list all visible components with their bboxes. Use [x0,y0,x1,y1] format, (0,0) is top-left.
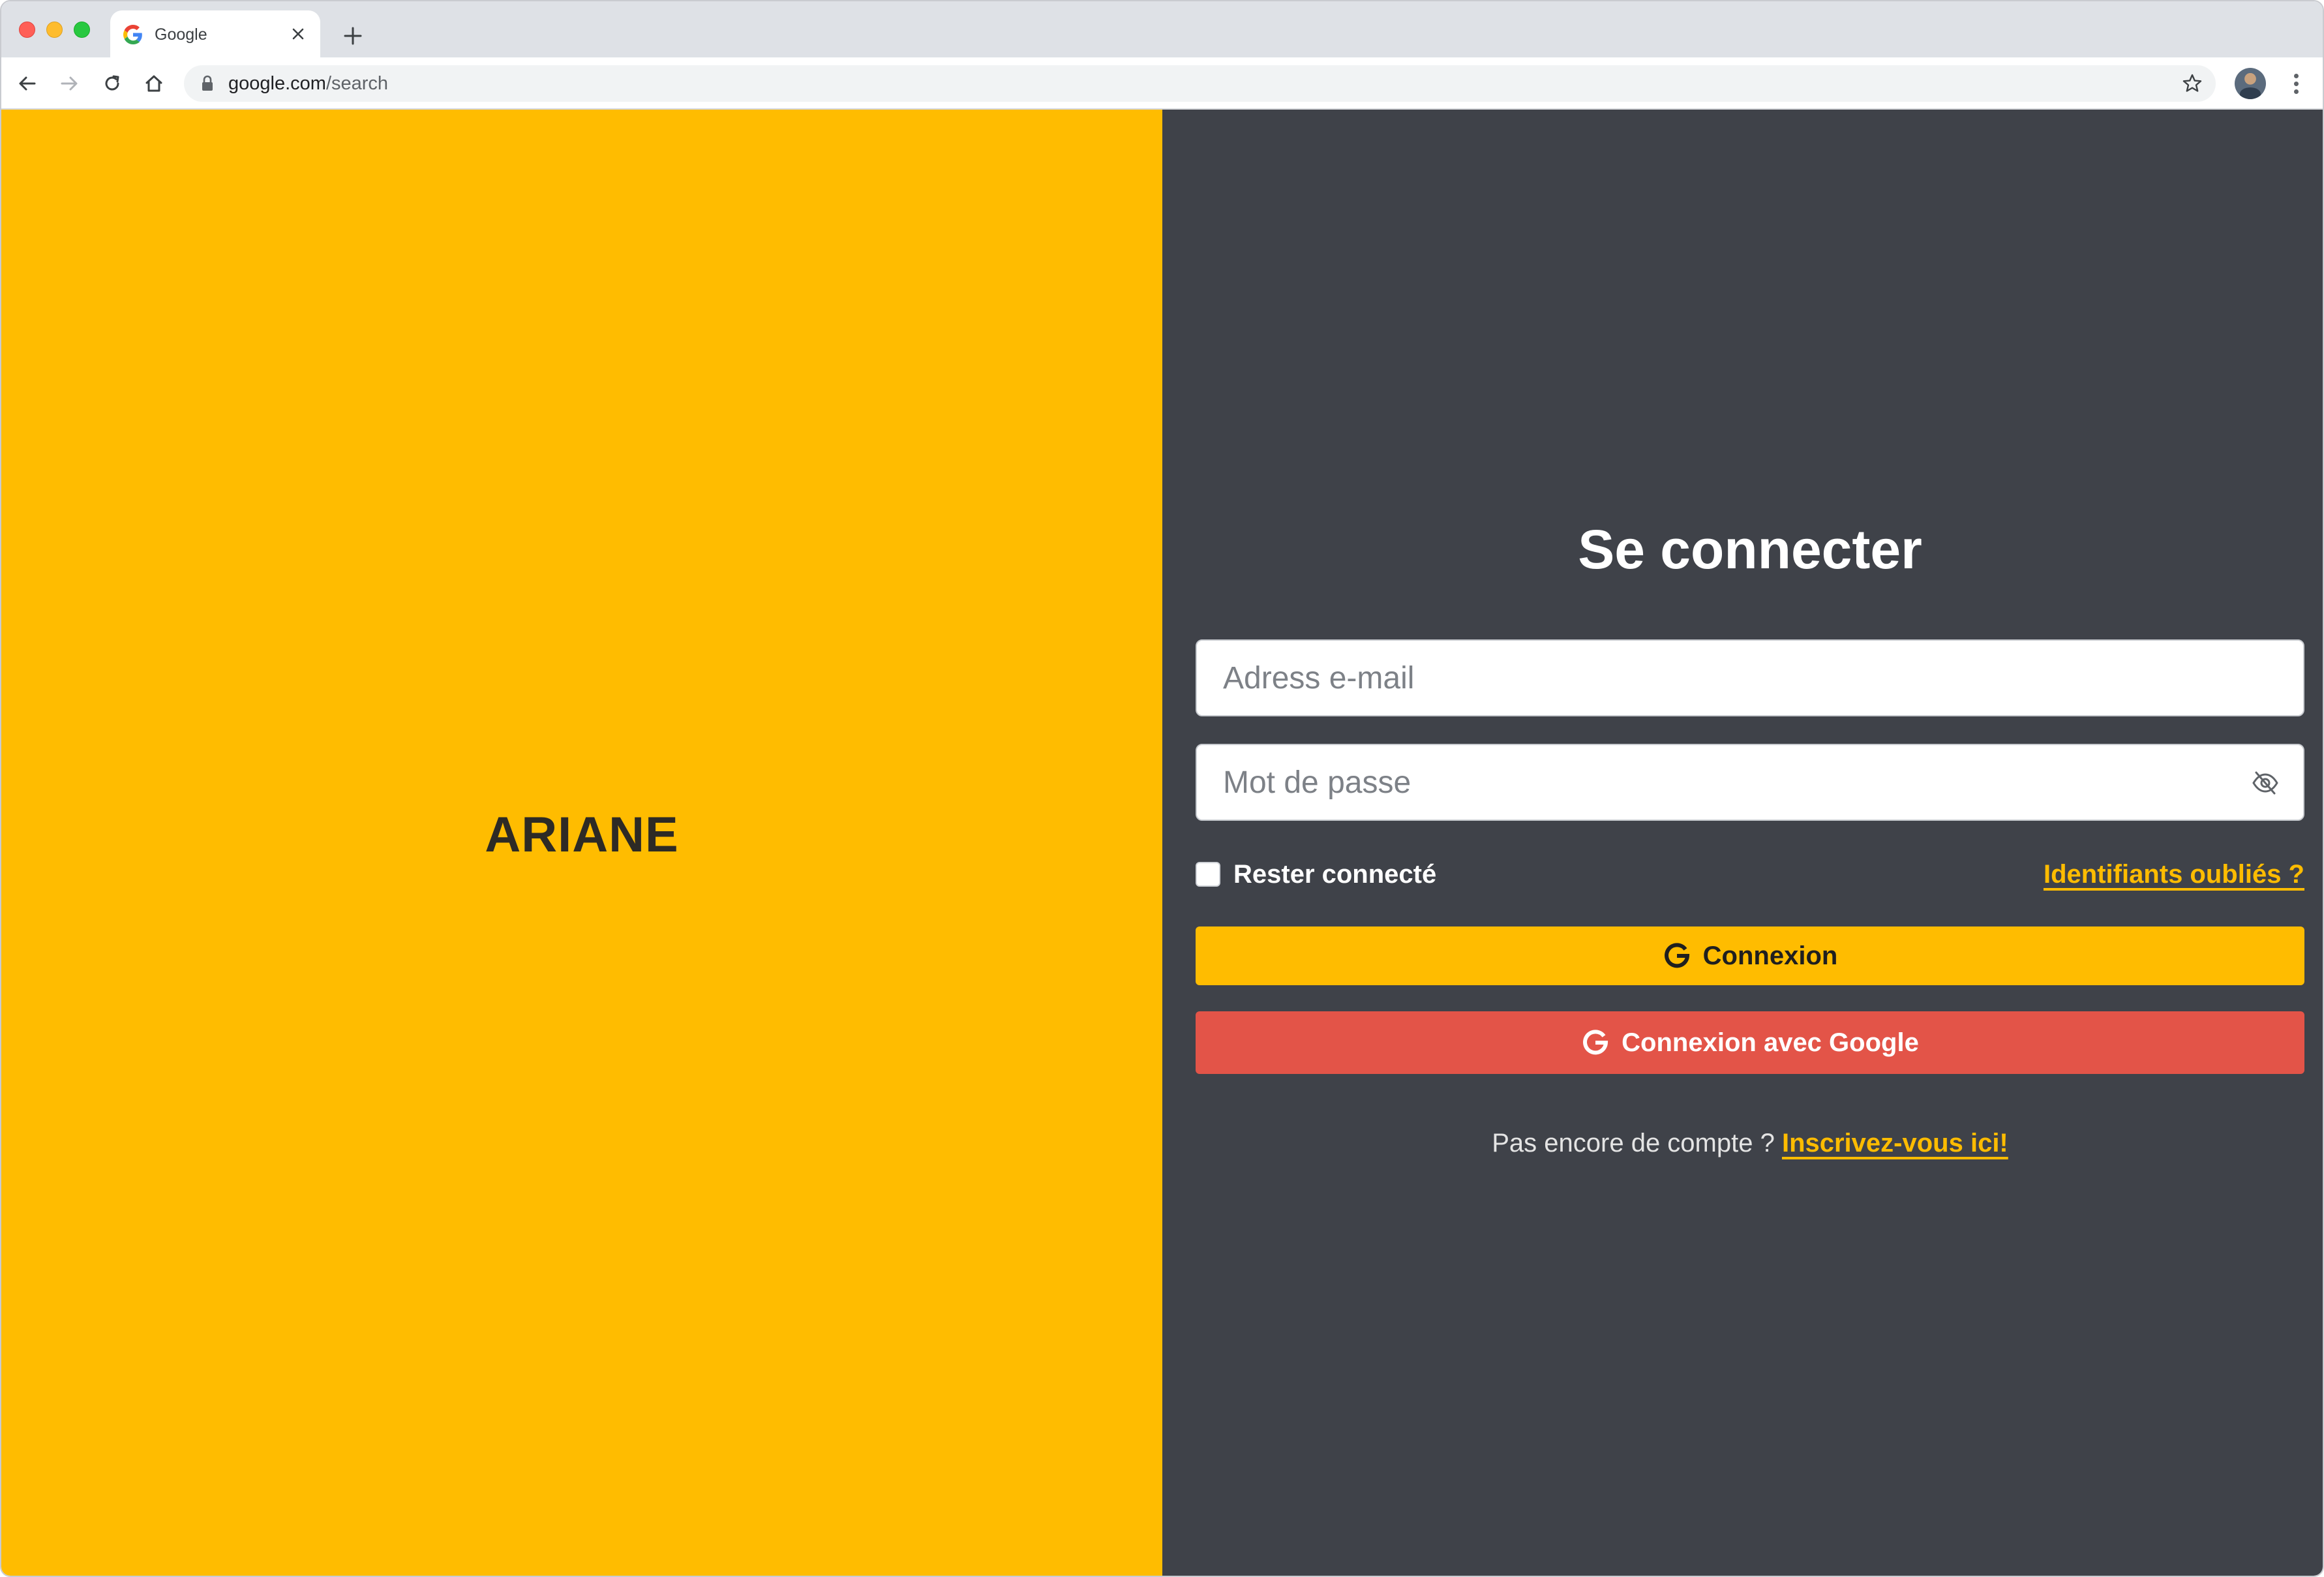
tab-google[interactable]: Google [110,10,320,57]
password-field-wrapper [1196,744,2304,821]
close-icon[interactable] [286,22,310,46]
email-field-wrapper [1196,639,2304,716]
signup-prompt: Pas encore de compte ? [1492,1129,1775,1157]
arrow-right-icon [61,76,78,91]
avatar[interactable] [2235,68,2266,99]
reload-button[interactable] [97,68,128,99]
url-text: google.com/search [228,73,388,94]
google-g-icon [1664,943,1689,968]
plus-icon [344,27,362,45]
brand-name: ARIANE [485,807,679,863]
url-domain: google.com [228,73,326,94]
star-icon[interactable] [2181,72,2204,95]
signup-row: Pas encore de compte ? Inscrivez-vous ic… [1196,1129,2304,1158]
page-content: ARIANE Se connecter Re [1,110,2323,1576]
lock-icon [202,75,213,91]
login-panel: Se connecter Rester connecté Id [1162,110,2323,1576]
home-icon [145,75,162,92]
email-field[interactable] [1197,641,2303,715]
tab-title: Google [155,25,207,44]
url-path: /search [325,73,389,94]
remember-label: Rester connecté [1233,859,1437,889]
home-button[interactable] [138,68,170,99]
tab-strip: Google [1,1,2323,57]
address-bar[interactable]: google.com/search [184,65,2216,102]
google-login-button[interactable]: Connexion avec Google [1196,1011,2304,1074]
browser-toolbar: google.com/search [1,57,2323,110]
maximize-window-button[interactable] [74,22,90,38]
back-button[interactable] [12,68,43,99]
remember-checkbox[interactable] [1196,862,1220,887]
signup-link[interactable]: Inscrivez-vous ici! [1782,1129,2008,1157]
forgot-credentials-link[interactable]: Identifiants oubliés ? [2044,860,2304,889]
close-window-button[interactable] [19,22,35,38]
login-button-label: Connexion [1702,941,1838,970]
kebab-menu-icon[interactable] [2284,68,2308,99]
minimize-window-button[interactable] [46,22,63,38]
login-button[interactable]: Connexion [1196,926,2304,985]
remember-me[interactable]: Rester connecté [1196,859,1436,890]
browser-window: Google google.com/search ARIANE Se conne… [0,0,2324,1577]
new-tab-button[interactable] [337,20,369,52]
google-login-button-label: Connexion avec Google [1622,1028,1919,1057]
page-title: Se connecter [1578,519,1922,580]
password-field[interactable] [1197,745,2303,819]
google-g-icon [123,25,142,44]
arrow-left-icon [19,76,36,91]
reload-icon [105,75,119,91]
eye-slash-icon[interactable] [2251,770,2280,796]
forward-button[interactable] [53,68,85,99]
brand-panel: ARIANE [1,110,1162,1576]
google-g-icon [1583,1030,1608,1055]
